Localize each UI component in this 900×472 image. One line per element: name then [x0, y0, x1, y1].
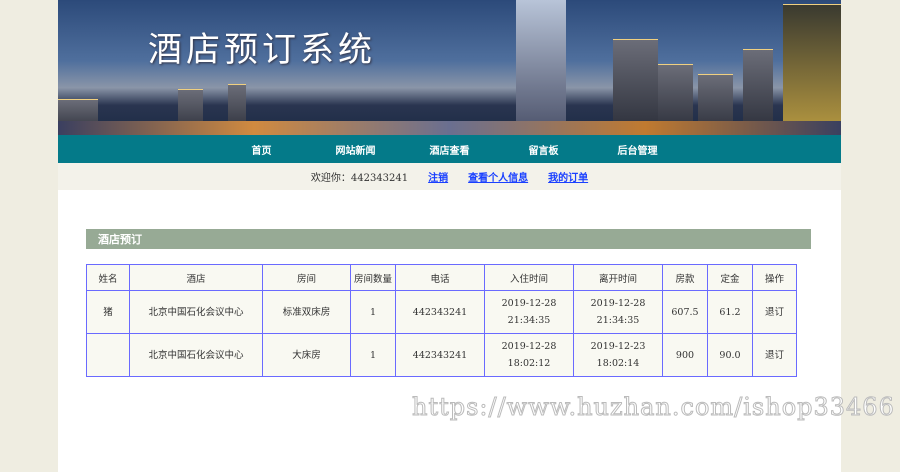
cell-hotel: 北京中国石化会议中心 — [129, 333, 263, 377]
profile-link[interactable]: 查看个人信息 — [468, 169, 528, 184]
cell-qty: 1 — [350, 333, 396, 377]
checkin-time: 21:34:35 — [507, 315, 551, 326]
cancel-booking-link[interactable]: 退订 — [765, 350, 784, 361]
header-banner: 酒店预订系统 — [58, 0, 841, 135]
section-title: 酒店预订 — [86, 229, 811, 249]
col-header: 离开时间 — [573, 264, 663, 291]
cell-deposit: 90.0 — [707, 333, 753, 377]
checkout-date: 2019-12-28 — [590, 298, 646, 309]
nav-guestbook[interactable]: 留言板 — [502, 142, 586, 157]
checkin-date: 2019-12-28 — [501, 341, 557, 352]
welcome-text: 欢迎你：442343241 — [310, 173, 409, 184]
cell-deposit: 61.2 — [707, 290, 753, 334]
cell-action: 退订 — [752, 333, 797, 377]
table-row: 猪 北京中国石化会议中心 标准双床房 1 442343241 2019-12-2… — [86, 290, 797, 334]
table-row: 北京中国石化会议中心 大床房 1 442343241 2019-12-28 18:… — [86, 333, 797, 377]
cell-checkout: 2019-12-23 18:02:14 — [573, 333, 663, 377]
col-header: 酒店 — [129, 264, 263, 291]
cell-phone: 442343241 — [395, 290, 485, 334]
cell-name — [86, 333, 130, 377]
cell-name: 猪 — [86, 290, 130, 334]
cell-room: 标准双床房 — [262, 290, 351, 334]
cancel-booking-link[interactable]: 退订 — [765, 307, 784, 318]
watermark: https://www.huzhan.com/ishop33466 — [412, 393, 895, 422]
nav-admin[interactable]: 后台管理 — [596, 142, 680, 157]
nav-news[interactable]: 网站新闻 — [314, 142, 398, 157]
main-nav: 首页 网站新闻 酒店查看 留言板 后台管理 — [58, 135, 841, 163]
col-header: 入住时间 — [484, 264, 574, 291]
cell-checkout: 2019-12-28 21:34:35 — [573, 290, 663, 334]
checkin-time: 18:02:12 — [507, 358, 551, 369]
col-header: 电话 — [395, 264, 485, 291]
site-title: 酒店预订系统 — [148, 30, 376, 70]
col-header: 定金 — [707, 264, 753, 291]
cell-hotel: 北京中国石化会议中心 — [129, 290, 263, 334]
cell-price: 900 — [662, 333, 708, 377]
cell-qty: 1 — [350, 290, 396, 334]
cell-checkin: 2019-12-28 21:34:35 — [484, 290, 574, 334]
logout-link[interactable]: 注销 — [428, 169, 448, 184]
cell-phone: 442343241 — [395, 333, 485, 377]
col-header: 姓名 — [86, 264, 130, 291]
checkin-date: 2019-12-28 — [501, 298, 557, 309]
welcome-bar: 欢迎你：442343241 注销 查看个人信息 我的订单 — [58, 163, 841, 190]
my-orders-link[interactable]: 我的订单 — [548, 169, 588, 184]
nav-home[interactable]: 首页 — [220, 142, 304, 157]
col-header: 房间 — [262, 264, 351, 291]
orders-table: 姓名 酒店 房间 房间数量 电话 入住时间 离开时间 房款 定金 操作 猪 北京… — [86, 264, 797, 377]
checkout-date: 2019-12-23 — [590, 341, 646, 352]
cell-action: 退订 — [752, 290, 797, 334]
col-header: 房款 — [662, 264, 708, 291]
col-header: 房间数量 — [350, 264, 396, 291]
table-header-row: 姓名 酒店 房间 房间数量 电话 入住时间 离开时间 房款 定金 操作 — [86, 264, 797, 291]
cell-price: 607.5 — [662, 290, 708, 334]
checkout-time: 18:02:14 — [596, 358, 640, 369]
cell-room: 大床房 — [262, 333, 351, 377]
nav-hotels[interactable]: 酒店查看 — [408, 142, 492, 157]
col-header: 操作 — [752, 264, 797, 291]
cell-checkin: 2019-12-28 18:02:12 — [484, 333, 574, 377]
checkout-time: 21:34:35 — [596, 315, 640, 326]
